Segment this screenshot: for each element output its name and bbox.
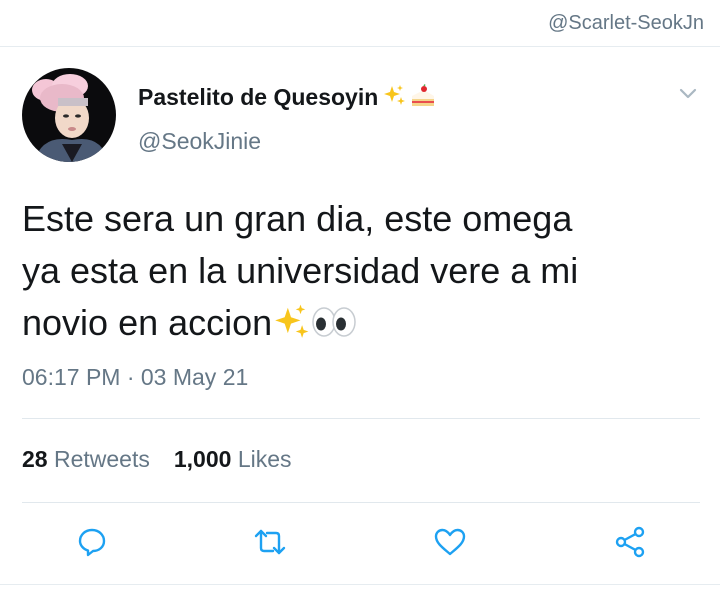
retweets-count: 28 [22,446,48,472]
reply-icon[interactable] [72,522,112,562]
watermark: @Scarlet-SeokJn [548,12,704,34]
tweet-text-line: ya esta en la universidad vere a mi [22,250,579,291]
tweet-text: Este sera un gran dia, este omega ya est… [22,193,702,355]
tweet-text-line: Este sera un gran dia, este omega [22,198,573,239]
display-name[interactable]: Pastelito de Quesoyin [138,84,436,114]
display-name-text: Pastelito de Quesoyin [138,84,379,110]
sparkles-emoji [382,84,406,114]
username[interactable]: @SeokJinie [138,128,261,155]
retweets-stat[interactable]: 28 Retweets [22,446,150,472]
divider [22,418,700,419]
share-icon[interactable] [610,522,650,562]
top-divider [0,46,720,47]
likes-stat[interactable]: 1,000 Likes [174,446,292,472]
chevron-down-icon[interactable] [676,82,700,106]
tweet-text-line-with-emoji: novio en accion [22,297,702,355]
likes-count: 1,000 [173,446,232,472]
eyes-emoji [310,303,358,355]
retweet-icon[interactable] [250,522,290,562]
bottom-divider [0,584,720,585]
tweet-text-line: novio en accion [22,302,273,343]
divider [22,502,700,503]
timestamp[interactable]: 06:17 PM · 03 May 21 [22,364,248,391]
tweet-stats: 28 Retweets 1,000 Likes [22,446,292,473]
like-icon[interactable] [430,522,470,562]
retweets-label: Retweets [53,446,150,472]
likes-label: Likes [237,446,292,472]
avatar[interactable] [22,68,116,162]
sparkles-emoji [272,303,310,355]
cake-emoji [410,84,436,114]
